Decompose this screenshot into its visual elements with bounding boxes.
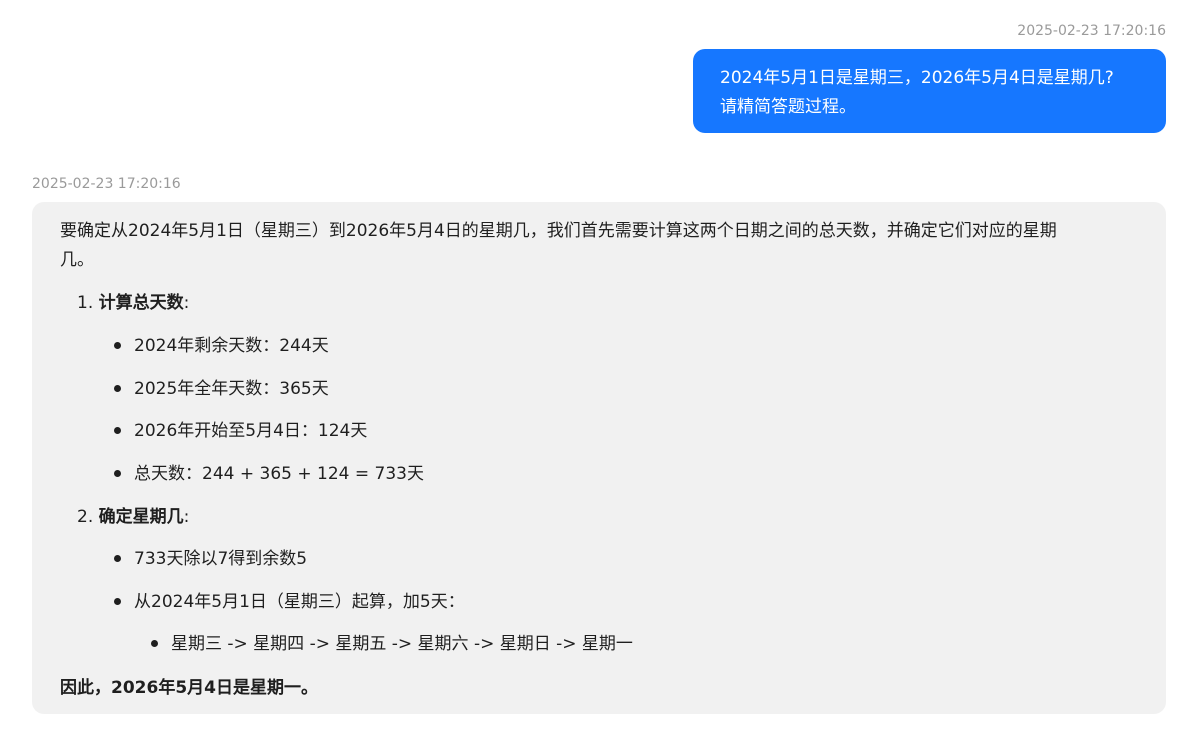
step-1-bullet-1: 2024年剩余天数：244天 [134, 336, 329, 356]
chat-window: 2025-02-23 17:20:16 2024年5月1日是星期三，2026年5… [0, 0, 1186, 739]
step-1-bullet-4: 总天数：244 + 365 + 124 = 733天 [134, 464, 424, 484]
bot-intro-line-1: 要确定从2024年5月1日（星期三）到2026年5月4日的星期几，我们首先需要计… [60, 221, 1057, 241]
bot-message-bubble: 要确定从2024年5月1日（星期三）到2026年5月4日的星期几，我们首先需要计… [32, 202, 1166, 714]
bullet-dot [114, 598, 121, 605]
step-2-title: 确定星期几 [98, 507, 184, 527]
step-2-number: 2. [77, 507, 94, 527]
user-message-line-2: 请精简答题过程。 [720, 97, 856, 117]
step-2-sub-bullet-1: 星期三 -> 星期四 -> 星期五 -> 星期六 -> 星期日 -> 星期一 [171, 634, 633, 654]
step-1-title: 计算总天数 [98, 293, 184, 313]
step-2-bullet-2: 从2024年5月1日（星期三）起算，加5天： [134, 592, 465, 612]
step-2-bullet-1: 733天除以7得到余数5 [134, 549, 308, 569]
step-2-colon: : [183, 507, 190, 527]
step-1-number: 1. [77, 293, 94, 313]
sub-bullet-dot [151, 640, 158, 647]
bullet-dot [114, 555, 121, 562]
bullet-dot [114, 342, 121, 349]
user-message-timestamp: 2025-02-23 17:20:16 [1017, 23, 1166, 39]
bullet-dot [114, 427, 121, 434]
bullet-dot [114, 385, 121, 392]
step-2-heading: 2. 确定星期几: [77, 504, 189, 530]
bot-conclusion: 因此，2026年5月4日是星期一。 [60, 678, 318, 698]
bot-message-timestamp: 2025-02-23 17:20:16 [32, 176, 181, 192]
bullet-dot [114, 470, 121, 477]
user-message-line-1: 2024年5月1日是星期三，2026年5月4日是星期几? [720, 68, 1114, 88]
step-1-colon: : [183, 293, 190, 313]
step-1-bullet-3: 2026年开始至5月4日：124天 [134, 421, 368, 441]
user-message-bubble: 2024年5月1日是星期三，2026年5月4日是星期几? 请精简答题过程。 [693, 49, 1166, 133]
bot-intro-line-2: 几。 [60, 250, 94, 270]
step-1-bullet-2: 2025年全年天数：365天 [134, 379, 329, 399]
step-1-heading: 1. 计算总天数: [77, 290, 189, 316]
